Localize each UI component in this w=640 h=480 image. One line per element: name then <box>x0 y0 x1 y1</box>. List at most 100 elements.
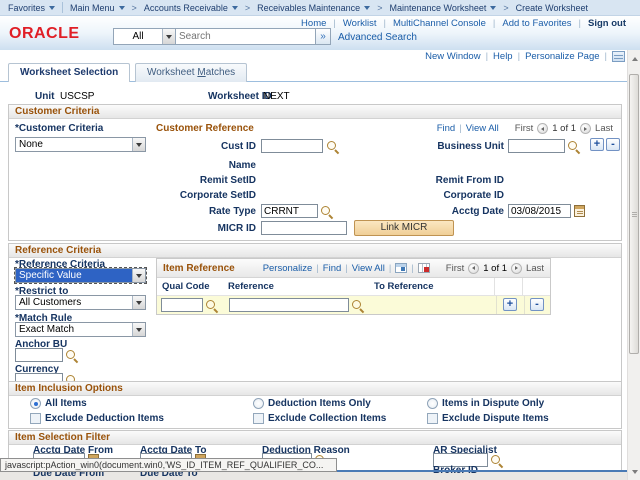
first-label: First <box>515 123 533 134</box>
business-unit-label: Business Unit <box>344 141 504 152</box>
find-link[interactable]: Find <box>323 263 341 274</box>
acctg-date-input[interactable] <box>508 204 571 218</box>
link-separator: | <box>383 18 385 29</box>
delete-row-button[interactable]: - <box>606 138 620 151</box>
scrollbar-down-button[interactable] <box>628 465 640 478</box>
multichannel-console-link[interactable]: MultiChannel Console <box>393 18 486 29</box>
reference-lookup-icon[interactable] <box>352 300 364 312</box>
vertical-scrollbar[interactable] <box>627 50 640 480</box>
personalize-layout-icon[interactable] <box>612 51 625 62</box>
personalize-page-link[interactable]: Personalize Page <box>525 51 599 62</box>
help-link[interactable]: Help <box>493 51 513 62</box>
cust-id-lookup-icon[interactable] <box>327 141 339 153</box>
checkbox-exclude-deduction-items[interactable] <box>30 413 41 424</box>
breadcrumb-label: Receivables Maintenance <box>257 3 360 13</box>
calendar-icon[interactable] <box>574 205 585 217</box>
business-unit-lookup-icon[interactable] <box>568 141 580 153</box>
ar-specialist-lookup-icon[interactable] <box>491 455 503 467</box>
tab-bar: Worksheet Selection Worksheet Matches <box>0 63 627 82</box>
qual-code-input[interactable] <box>161 298 203 312</box>
reference-criteria-select[interactable]: Specific Value <box>15 268 146 283</box>
scrollbar-up-button[interactable] <box>628 52 640 65</box>
breadcrumb-item-main-menu[interactable]: Main Menu <box>70 3 125 13</box>
link-separator: | <box>493 18 495 29</box>
rate-type-input[interactable] <box>261 204 318 218</box>
page-counter: 1 of 1 <box>483 263 507 274</box>
customer-criteria-section: Customer Criteria *Customer Criteria Cus… <box>8 104 622 241</box>
down-arrow-icon <box>632 470 638 474</box>
masthead: ORACLE Home | Worklist | MultiChannel Co… <box>0 16 640 50</box>
dropdown-caret-icon[interactable] <box>132 296 145 309</box>
business-unit-input[interactable] <box>508 139 565 153</box>
breadcrumb-item-receivables-maintenance[interactable]: Receivables Maintenance <box>257 3 370 13</box>
tab-worksheet-selection[interactable]: Worksheet Selection <box>8 63 130 82</box>
link-micr-button[interactable]: Link MICR <box>354 220 454 236</box>
customer-reference-title: Customer Reference <box>156 123 254 134</box>
breadcrumb-item-create-worksheet[interactable]: Create Worksheet <box>516 3 588 13</box>
checkbox-exclude-collection-items[interactable] <box>253 413 264 424</box>
link-separator: | <box>605 51 607 62</box>
column-header-to-reference: To Reference <box>369 281 494 292</box>
qual-code-lookup-icon[interactable] <box>206 300 218 312</box>
last-label: Last <box>595 123 613 134</box>
dropdown-caret-icon[interactable] <box>162 29 175 44</box>
corporate-id-label: Corporate ID <box>344 190 504 201</box>
breadcrumb-item-accounts-receivable[interactable]: Accounts Receivable <box>144 3 238 13</box>
delete-row-button[interactable]: - <box>530 298 544 311</box>
rate-type-lookup-icon[interactable] <box>321 206 333 218</box>
first-label: First <box>446 263 464 274</box>
breadcrumb-item-maintenance-worksheet[interactable]: Maintenance Worksheet <box>389 3 496 13</box>
view-all-link[interactable]: View All <box>352 263 385 274</box>
left-arrow-icon <box>541 127 544 131</box>
item-reference-toolbar: Item Reference Personalize | Find | View… <box>157 259 550 278</box>
unit-value: USCSP <box>60 91 94 102</box>
zoom-grid-icon[interactable] <box>418 263 430 273</box>
previous-page-icon[interactable] <box>537 123 548 134</box>
scrollbar-thumb[interactable] <box>629 74 639 354</box>
add-row-button[interactable]: + <box>590 138 604 151</box>
breadcrumb-item-favorites[interactable]: Favorites <box>8 3 55 13</box>
column-divider <box>496 296 497 314</box>
add-to-favorites-link[interactable]: Add to Favorites <box>502 18 571 29</box>
add-row-button[interactable]: + <box>503 298 517 311</box>
anchor-bu-lookup-icon[interactable] <box>66 350 78 362</box>
restrict-to-select[interactable]: All Customers <box>15 295 146 310</box>
breadcrumb-separator: > <box>503 3 508 13</box>
breadcrumb-label: Create Worksheet <box>516 3 588 13</box>
sign-out-link[interactable]: Sign out <box>588 18 626 29</box>
link-separator: | <box>345 263 347 274</box>
advanced-search-link[interactable]: Advanced Search <box>338 32 417 43</box>
new-window-link[interactable]: New Window <box>425 51 480 62</box>
download-to-excel-icon[interactable] <box>395 263 407 273</box>
column-header-delete <box>522 278 550 295</box>
tab-worksheet-matches[interactable]: Worksheet Matches <box>135 63 247 82</box>
cust-id-input[interactable] <box>261 139 323 153</box>
micr-id-input[interactable] <box>261 221 347 235</box>
radio-all-items[interactable] <box>30 398 41 409</box>
dropdown-caret-icon[interactable] <box>132 323 145 336</box>
find-link[interactable]: Find <box>437 123 455 134</box>
search-go-button[interactable]: » <box>316 28 331 45</box>
dropdown-caret-icon[interactable] <box>132 269 145 282</box>
section-title: Item Selection Filter <box>9 431 621 445</box>
link-separator: | <box>411 263 413 274</box>
previous-page-icon[interactable] <box>468 263 479 274</box>
next-page-icon[interactable] <box>511 263 522 274</box>
radio-items-in-dispute-only[interactable] <box>427 398 438 409</box>
reference-input[interactable] <box>229 298 349 312</box>
worklist-link[interactable]: Worklist <box>343 18 377 29</box>
checkbox-exclude-dispute-items[interactable] <box>427 413 438 424</box>
remit-setid-label: Remit SetID <box>104 175 256 186</box>
link-separator: | <box>518 51 520 62</box>
view-all-link[interactable]: View All <box>466 123 499 134</box>
breadcrumb-label: Favorites <box>8 3 45 13</box>
column-divider <box>524 296 525 314</box>
personalize-link[interactable]: Personalize <box>263 263 313 274</box>
micr-id-label: MICR ID <box>104 223 256 234</box>
search-input[interactable] <box>176 28 316 45</box>
match-rule-select[interactable]: Exact Match <box>15 322 146 337</box>
anchor-bu-input[interactable] <box>15 348 63 362</box>
search-scope-select[interactable]: All <box>113 28 176 45</box>
radio-deduction-items-only[interactable] <box>253 398 264 409</box>
next-page-icon[interactable] <box>580 123 591 134</box>
